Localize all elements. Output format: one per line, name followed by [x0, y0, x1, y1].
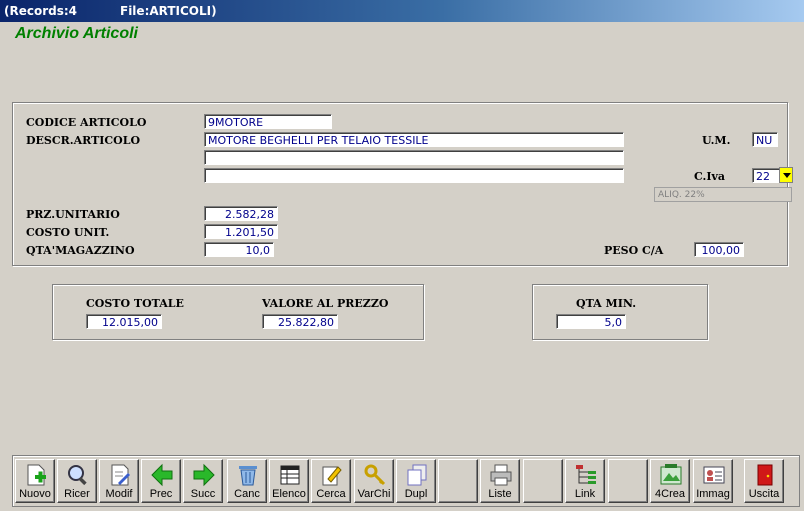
page-title: Archivio Articoli	[15, 25, 138, 42]
chevron-down-icon[interactable]	[779, 167, 793, 183]
costo-label: COSTO UNIT.	[26, 226, 110, 239]
costo-totale-label: COSTO TOTALE	[86, 297, 184, 310]
nuovo-button[interactable]: Nuovo	[15, 459, 55, 503]
key-icon	[364, 464, 386, 486]
arrow-right-icon	[193, 463, 215, 487]
empty-button-3[interactable]	[608, 459, 648, 503]
valore-label: VALORE AL PREZZO	[262, 297, 389, 310]
succ-button[interactable]: Succ	[183, 459, 223, 503]
totals-panel	[52, 284, 424, 340]
highlighter-icon	[322, 466, 342, 486]
um-field[interactable]: NU	[752, 132, 778, 147]
records-count: (Records:4	[4, 4, 78, 18]
modif-button[interactable]: Modif	[99, 459, 139, 503]
codice-field[interactable]: 9MOTORE	[204, 114, 332, 129]
image-card-icon	[703, 466, 725, 484]
prec-button[interactable]: Prec	[141, 459, 181, 503]
costo-field[interactable]: 1.201,50	[204, 224, 278, 239]
peso-label: PESO C/A	[604, 244, 664, 257]
descr-field-2[interactable]	[204, 150, 624, 165]
magnifier-icon	[68, 465, 87, 486]
dupl-button[interactable]: Dupl	[396, 459, 436, 503]
elenco-button[interactable]: Elenco	[269, 459, 309, 503]
immag-button[interactable]: Immag	[693, 459, 733, 503]
qta-label: QTA'MAGAZZINO	[26, 244, 135, 257]
crea4-button[interactable]: 4Crea	[650, 459, 690, 503]
link-button[interactable]: Link	[565, 459, 605, 503]
civa-label: C.Iva	[694, 170, 726, 183]
varchi-button[interactable]: VarChi	[354, 459, 394, 503]
file-name: File:ARTICOLI)	[120, 4, 217, 18]
hierarchy-icon	[576, 465, 596, 484]
qta-min-panel	[532, 284, 708, 340]
qta-min-field[interactable]: 5,0	[556, 314, 626, 329]
descr-field-1[interactable]: MOTORE BEGHELLI PER TELAIO TESSILE	[204, 132, 624, 147]
costo-totale-field[interactable]: 12.015,00	[86, 314, 162, 329]
prz-field[interactable]: 2.582,28	[204, 206, 278, 221]
empty-button-1[interactable]	[438, 459, 478, 503]
liste-button[interactable]: Liste	[480, 459, 520, 503]
qta-field[interactable]: 10,0	[204, 242, 274, 257]
new-document-icon	[27, 464, 46, 486]
empty-button-2[interactable]	[523, 459, 563, 503]
civa-select[interactable]: 22	[752, 168, 780, 183]
valore-field[interactable]: 25.822,80	[262, 314, 338, 329]
exit-door-icon	[757, 464, 773, 486]
descr-label: DESCR.ARTICOLO	[26, 134, 141, 147]
aliq-display: ALIQ. 22%	[654, 187, 792, 202]
arrow-left-icon	[151, 463, 173, 487]
cerca-button[interactable]: Cerca	[311, 459, 351, 503]
peso-field[interactable]: 100,00	[694, 242, 744, 257]
um-label: U.M.	[702, 134, 731, 147]
qta-min-label: QTA MIN.	[576, 297, 637, 310]
ricer-button[interactable]: Ricer	[57, 459, 97, 503]
uscita-button[interactable]: Uscita	[744, 459, 784, 503]
window-titlebar: (Records:4 File:ARTICOLI)	[0, 0, 804, 22]
prz-label: PRZ.UNITARIO	[26, 208, 120, 221]
table-icon	[280, 465, 300, 485]
codice-label: CODICE ARTICOLO	[26, 116, 147, 129]
descr-field-3[interactable]	[204, 168, 624, 183]
canc-button[interactable]: Canc	[227, 459, 267, 503]
builder-icon	[660, 464, 682, 485]
trash-icon	[239, 466, 257, 486]
duplicate-icon	[407, 464, 427, 486]
edit-document-icon	[111, 464, 130, 486]
printer-icon	[490, 464, 512, 486]
